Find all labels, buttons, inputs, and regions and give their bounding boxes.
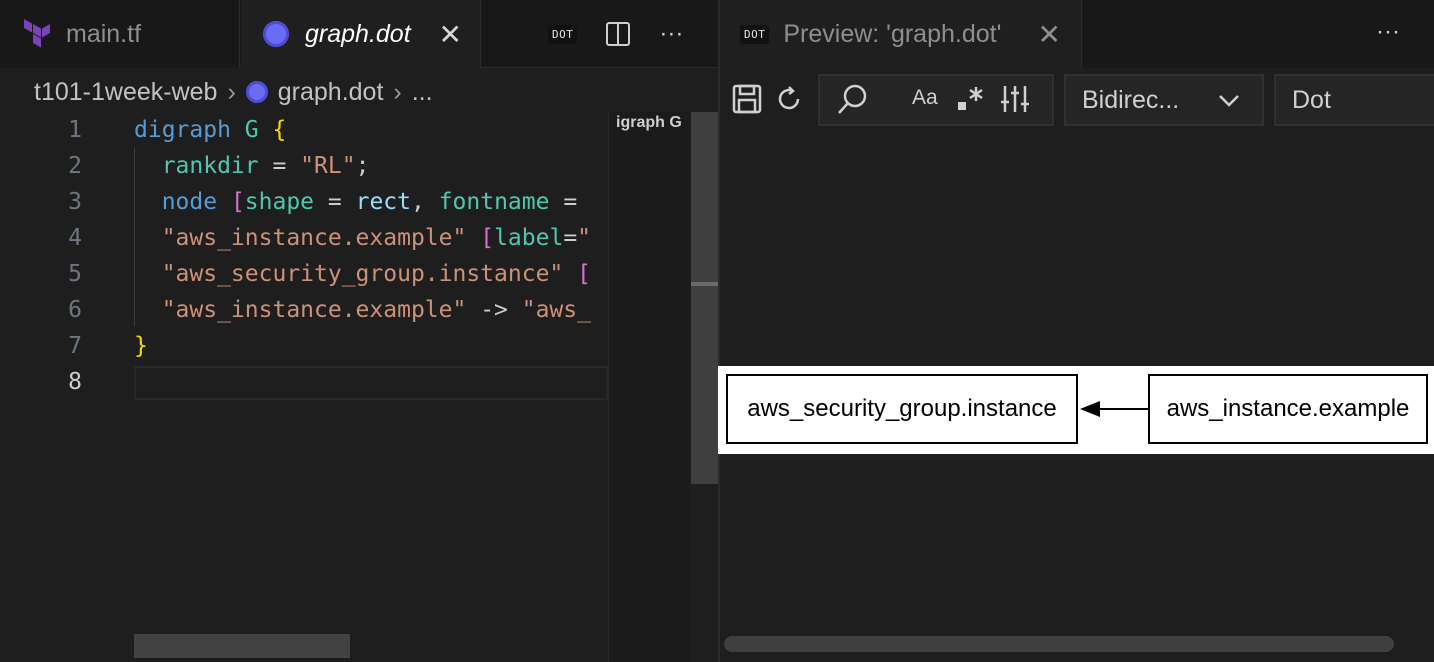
code-text: "aws_security_group.instance" [: [134, 256, 591, 292]
code-token: [: [577, 261, 591, 287]
code-token: ;: [355, 153, 370, 179]
minimap-text: igraph G: [616, 114, 682, 131]
code-token: label: [494, 225, 564, 251]
close-icon[interactable]: ✕: [439, 18, 462, 51]
code-token: ->: [466, 297, 522, 323]
match-case-icon[interactable]: Aa: [912, 86, 938, 110]
code-line[interactable]: 6 "aws_instance.example" -> "aws_: [0, 292, 608, 328]
more-actions-icon[interactable]: ···: [1376, 18, 1400, 46]
minimap[interactable]: [608, 112, 690, 662]
line-number: 5: [68, 261, 82, 287]
engine-select-value: Dot: [1292, 85, 1331, 114]
code-line[interactable]: 3 node [shape = rect, fontname =: [0, 184, 608, 220]
code-token: "aws_: [521, 297, 591, 323]
direction-select[interactable]: Bidirec...: [1064, 74, 1264, 126]
tab-graph-dot[interactable]: graph.dot ✕: [241, 0, 481, 68]
close-icon[interactable]: ✕: [1038, 18, 1061, 51]
code-token: "aws_instance.example": [134, 297, 467, 323]
code-token: rankdir: [134, 153, 259, 179]
tab-label: Preview: 'graph.dot': [783, 19, 1002, 48]
dot-file-icon: DOT: [740, 24, 770, 44]
more-actions-icon[interactable]: ···: [659, 20, 683, 48]
code-line[interactable]: 2 rankdir = "RL";: [0, 148, 608, 184]
code-token: ,: [410, 189, 439, 215]
code-token: digraph: [134, 117, 245, 143]
split-editor-icon[interactable]: [605, 21, 631, 47]
dot-preview-icon[interactable]: DOT: [548, 24, 578, 44]
code-line[interactable]: 4 "aws_instance.example" [label=": [0, 220, 608, 256]
horizontal-scrollbar[interactable]: [134, 634, 350, 658]
refresh-icon[interactable]: [774, 84, 804, 119]
code-editor[interactable]: 1 digraph G {2 rankdir = "RL"; 3 node [sha…: [0, 112, 608, 662]
code-token: =: [258, 153, 301, 179]
graph-node-security-group[interactable]: aws_security_group.instance: [726, 374, 1078, 444]
tab-preview-graph[interactable]: DOT Preview: 'graph.dot' ✕: [720, 0, 1082, 68]
code-token: node: [134, 189, 231, 215]
code-token: shape: [244, 189, 315, 215]
chevron-right-icon: ›: [393, 77, 402, 106]
code-line[interactable]: 1 digraph G {: [0, 112, 608, 148]
graph-canvas[interactable]: aws_security_group.instance aws_instance…: [718, 366, 1434, 454]
left-tab-bar: main.tf graph.dot ✕ DOT ···: [0, 0, 718, 68]
chevron-right-icon: ›: [227, 77, 236, 106]
code-token: {: [272, 117, 287, 143]
search-icon[interactable]: [836, 82, 870, 121]
code-line[interactable]: 7}: [0, 328, 608, 364]
code-text: digraph G {: [134, 112, 286, 148]
code-token: G: [244, 117, 259, 143]
line-number: 2: [68, 153, 82, 179]
code-token: "aws_instance.example": [134, 225, 467, 251]
line-number: 8: [68, 369, 82, 395]
filter-settings-icon[interactable]: [1000, 84, 1030, 119]
line-number: 6: [68, 297, 82, 323]
code-token: }: [134, 333, 148, 359]
save-icon[interactable]: [732, 84, 762, 119]
scrollbar-cursor-marker: [691, 282, 718, 286]
code-text: }: [134, 328, 148, 364]
regex-icon[interactable]: [956, 84, 986, 119]
tab-label: main.tf: [66, 19, 142, 48]
graphviz-icon: [263, 21, 289, 47]
vertical-scrollbar[interactable]: [691, 112, 718, 484]
breadcrumb-symbol[interactable]: ...: [412, 78, 433, 107]
line-number: 4: [68, 225, 82, 251]
code-text: node [shape = rect, fontname =: [134, 184, 591, 220]
code-line[interactable]: 8: [0, 364, 608, 400]
code-token: =: [314, 189, 356, 215]
code-text: "aws_instance.example" -> "aws_: [134, 292, 591, 328]
graphviz-icon: [245, 81, 268, 103]
line-number: 1: [68, 117, 82, 143]
terraform-icon: [24, 19, 50, 48]
code-token: [: [480, 225, 495, 251]
line-number: 7: [68, 333, 82, 359]
code-token: "aws_security_group.instance": [134, 261, 564, 287]
code-token: =: [549, 189, 592, 215]
code-token: =: [563, 225, 578, 251]
code-line[interactable]: 5 "aws_security_group.instance" [: [0, 256, 608, 292]
preview-horizontal-scrollbar[interactable]: [724, 636, 1394, 652]
tab-main-tf[interactable]: main.tf: [0, 0, 240, 68]
engine-select[interactable]: Dot: [1274, 74, 1434, 126]
code-text: rankdir = "RL";: [134, 148, 370, 184]
code-token: [: [230, 189, 245, 215]
graph-node-instance[interactable]: aws_instance.example: [1148, 374, 1428, 444]
line-number: 3: [68, 189, 82, 215]
chevron-down-icon: [1218, 86, 1240, 123]
direction-select-value: Bidirec...: [1082, 85, 1180, 114]
breadcrumb-file[interactable]: graph.dot: [278, 78, 384, 107]
code-token: ": [577, 225, 592, 251]
code-token: fontname: [438, 189, 550, 215]
code-text: "aws_instance.example" [label=": [134, 220, 591, 256]
code-token: rect: [355, 189, 411, 215]
code-token: "RL": [300, 153, 356, 179]
breadcrumb-folder[interactable]: t101-1week-web: [34, 78, 217, 107]
graph-edge-arrow: [1080, 401, 1148, 417]
tab-label: graph.dot: [305, 19, 411, 48]
breadcrumb: t101-1week-web › graph.dot › ...: [34, 72, 433, 112]
